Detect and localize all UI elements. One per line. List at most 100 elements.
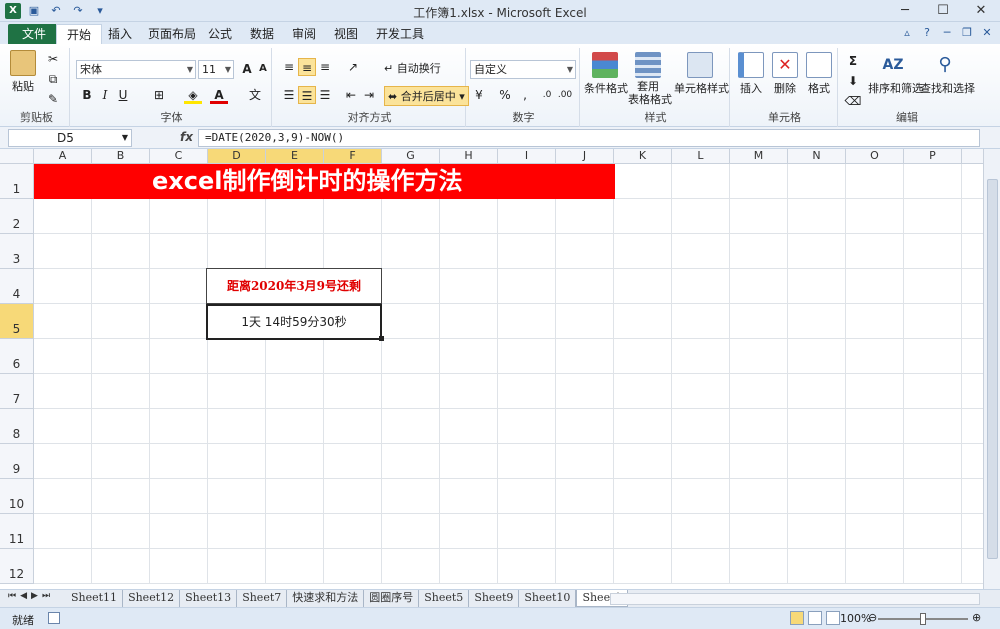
column-header-h[interactable]: H [440, 149, 498, 164]
tab-review[interactable]: 审阅 [282, 24, 326, 44]
row-header-6[interactable]: 6 [0, 339, 34, 374]
normal-view-icon[interactable] [790, 611, 804, 625]
sheet-tab[interactable]: Sheet13 [180, 590, 238, 607]
page-layout-view-icon[interactable] [808, 611, 822, 625]
column-header-d[interactable]: D [208, 149, 266, 164]
delete-cells-button[interactable]: ✕ 删除 [770, 52, 800, 96]
tab-insert[interactable]: 插入 [98, 24, 142, 44]
last-sheet-icon[interactable]: ⏭ [42, 591, 50, 601]
insert-function-button[interactable]: fx [180, 130, 193, 144]
clear-icon[interactable]: ⌫ [844, 92, 862, 110]
column-header-q[interactable]: Q [962, 149, 983, 164]
merge-center-button[interactable]: ⬌ 合并后居中 ▾ [384, 86, 469, 106]
paste-button[interactable]: 粘贴 [8, 50, 38, 94]
orientation-icon[interactable]: ↗ [344, 58, 362, 76]
find-select-button[interactable]: ⚲ 查找和选择 [920, 52, 975, 96]
title-banner-cell[interactable]: excel制作倒计时的操作方法 [34, 164, 615, 199]
row-header-10[interactable]: 10 [0, 479, 34, 514]
zoom-slider[interactable] [878, 613, 968, 625]
wrap-text-button[interactable]: ↵ 自动换行 [384, 60, 441, 76]
sheet-tab[interactable]: Sheet9 [469, 590, 520, 607]
column-header-l[interactable]: L [672, 149, 730, 164]
increase-indent-icon[interactable]: ⇥ [360, 86, 378, 104]
align-right-icon[interactable]: ☰ [316, 86, 334, 104]
decrease-indent-icon[interactable]: ⇤ [342, 86, 360, 104]
align-left-icon[interactable]: ☰ [280, 86, 298, 104]
fill-color-icon[interactable]: ◈ [184, 86, 202, 104]
tab-file[interactable]: 文件 [8, 24, 61, 44]
cell-styles-button[interactable]: 单元格样式 [674, 52, 729, 96]
bold-button[interactable]: B [78, 86, 96, 104]
sheet-tab[interactable]: Sheet10 [519, 590, 577, 607]
tab-home[interactable]: 开始 [56, 24, 103, 44]
insert-cells-button[interactable]: 插入 [736, 52, 766, 96]
select-all-corner[interactable] [0, 149, 34, 164]
decrease-decimal-icon[interactable]: .00 [556, 86, 574, 104]
row-header-3[interactable]: 3 [0, 234, 34, 269]
row-header-8[interactable]: 8 [0, 409, 34, 444]
increase-decimal-icon[interactable]: .0 [538, 86, 556, 104]
align-bottom-icon[interactable]: ≡ [316, 58, 334, 76]
row-header-12[interactable]: 12 [0, 549, 34, 584]
underline-button[interactable]: U [114, 86, 132, 104]
row-header-5[interactable]: 5 [0, 304, 34, 339]
shrink-font-icon[interactable]: A [254, 60, 272, 78]
comma-button[interactable]: , [516, 86, 534, 104]
row-header-2[interactable]: 2 [0, 199, 34, 234]
copy-icon[interactable]: ⧉ [44, 70, 62, 88]
sheet-tab[interactable]: Sheet5 [419, 590, 470, 607]
column-header-b[interactable]: B [92, 149, 150, 164]
borders-icon[interactable]: ⊞ [150, 86, 168, 104]
column-header-n[interactable]: N [788, 149, 846, 164]
column-header-p[interactable]: P [904, 149, 962, 164]
fill-icon[interactable]: ⬇ [844, 72, 862, 90]
doc-minimize-icon[interactable]: ─ [940, 26, 954, 39]
zoom-level[interactable]: 100% [840, 612, 871, 625]
tab-formulas[interactable]: 公式 [198, 24, 242, 44]
column-header-i[interactable]: I [498, 149, 556, 164]
cut-icon[interactable]: ✂ [44, 50, 62, 68]
autosum-button[interactable]: Σ [844, 52, 862, 70]
phonetic-icon[interactable]: 文 [246, 86, 264, 104]
horizontal-scrollbar[interactable] [610, 593, 980, 605]
worksheet-grid[interactable]: ABCDEFGHIJKLMNOPQ 123456789101112 excel制… [0, 149, 983, 589]
font-name-select[interactable]: 宋体 ▼ [76, 60, 196, 79]
sheet-tab[interactable]: 快速求和方法 [287, 590, 365, 607]
column-header-f[interactable]: F [324, 149, 382, 164]
row-header-11[interactable]: 11 [0, 514, 34, 549]
page-break-view-icon[interactable] [826, 611, 840, 625]
column-header-m[interactable]: M [730, 149, 788, 164]
font-color-icon[interactable]: A [210, 86, 228, 104]
column-header-k[interactable]: K [614, 149, 672, 164]
sheet-tab[interactable]: 圆圈序号 [364, 590, 420, 607]
percent-button[interactable]: % [496, 86, 514, 104]
sort-filter-button[interactable]: AZ 排序和筛选 [868, 52, 923, 96]
minimize-icon[interactable]: ─ [886, 0, 924, 22]
column-header-e[interactable]: E [266, 149, 324, 164]
minimize-ribbon-icon[interactable]: ▵ [900, 26, 914, 39]
maximize-icon[interactable]: ☐ [924, 0, 962, 22]
row-header-9[interactable]: 9 [0, 444, 34, 479]
format-as-table-button[interactable]: 套用 表格格式 [628, 52, 672, 106]
name-box[interactable]: D5 ▼ [8, 129, 132, 147]
format-cells-button[interactable]: 格式 [804, 52, 834, 96]
doc-close-icon[interactable]: ✕ [980, 26, 994, 39]
number-format-select[interactable]: 自定义 ▼ [470, 60, 576, 79]
doc-restore-icon[interactable]: ❐ [960, 26, 974, 39]
conditional-format-button[interactable]: 条件格式 [584, 52, 628, 96]
prev-sheet-icon[interactable]: ◀ [20, 591, 27, 601]
fill-handle[interactable] [379, 336, 384, 341]
close-icon[interactable]: ✕ [962, 0, 1000, 22]
align-center-icon[interactable]: ☰ [298, 86, 316, 104]
vertical-scroll-thumb[interactable] [987, 179, 998, 559]
align-middle-icon[interactable]: ≡ [298, 58, 316, 76]
zoom-out-icon[interactable]: ⊖ [868, 611, 877, 624]
sheet-tab[interactable]: Sheet12 [123, 590, 181, 607]
vertical-scrollbar[interactable] [983, 149, 1000, 589]
font-size-select[interactable]: 11 ▼ [198, 60, 234, 79]
column-header-o[interactable]: O [846, 149, 904, 164]
column-header-a[interactable]: A [34, 149, 92, 164]
row-header-7[interactable]: 7 [0, 374, 34, 409]
align-top-icon[interactable]: ≡ [280, 58, 298, 76]
tab-view[interactable]: 视图 [324, 24, 368, 44]
